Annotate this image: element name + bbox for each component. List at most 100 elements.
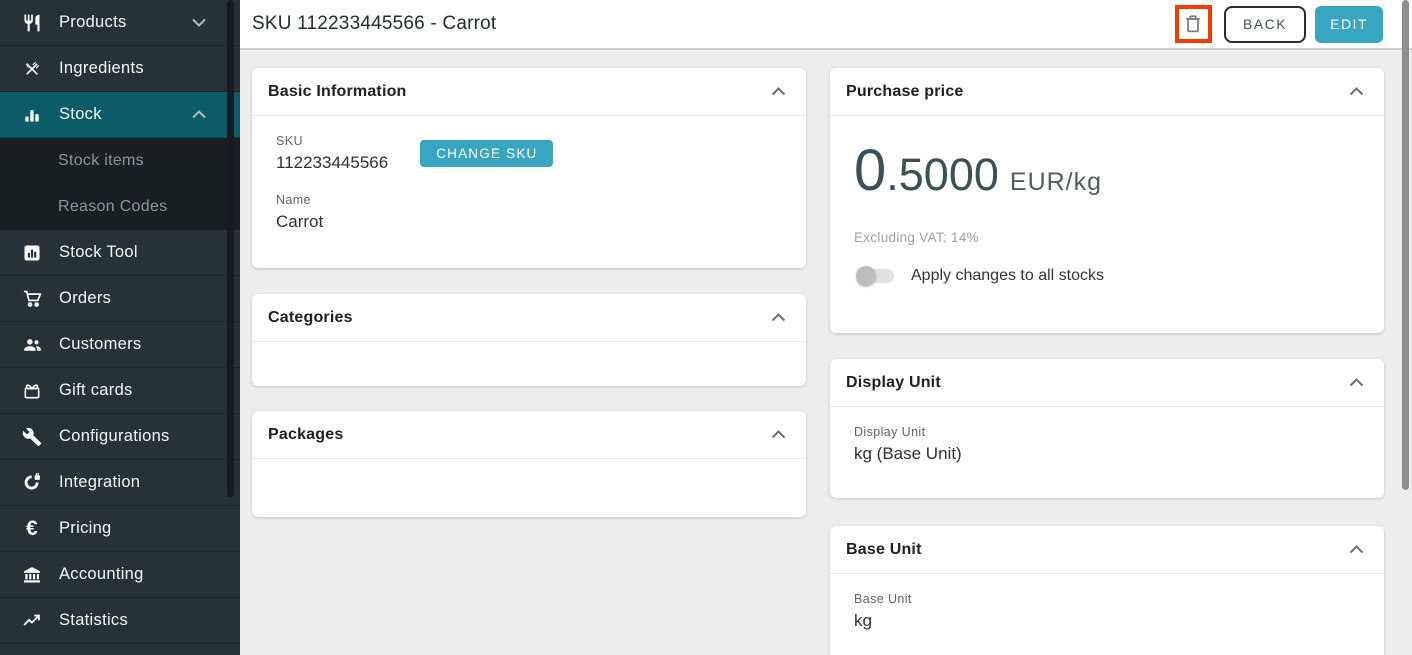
chevron-up-icon — [192, 110, 206, 119]
display-unit-label: Display Unit — [854, 425, 1360, 439]
collapse-button[interactable] — [1345, 541, 1368, 558]
collapse-button[interactable] — [1345, 374, 1368, 391]
app-window: Products Ingredients Stock — [0, 0, 1412, 655]
sku-value: 112233445566 — [276, 153, 388, 173]
main-area: SKU 112233445566 - Carrot BACK EDIT — [240, 0, 1412, 655]
collapse-button[interactable] — [1345, 83, 1368, 100]
purchase-price-card: Purchase price 0.5000 EUR/kg Excluding — [830, 68, 1384, 333]
price-fraction: .5000 — [886, 152, 999, 197]
sku-field: SKU 112233445566 — [276, 134, 388, 173]
sidebar-item-reason-codes[interactable]: Reason Codes — [0, 184, 240, 230]
right-column: Purchase price 0.5000 EUR/kg Excluding — [830, 68, 1384, 655]
name-field: Name Carrot — [276, 193, 782, 232]
stock-submenu: Stock items Reason Codes — [0, 138, 240, 230]
chevron-up-icon — [771, 313, 786, 322]
packages-card: Packages — [252, 411, 806, 517]
cart-icon — [20, 287, 44, 311]
purchase-price-body: 0.5000 EUR/kg Excluding VAT: 14% Apply c… — [830, 116, 1384, 333]
sidebar: Products Ingredients Stock — [0, 0, 240, 655]
card-title: Display Unit — [846, 374, 941, 392]
base-unit-value: kg — [854, 611, 1360, 631]
utensils-crossed-icon — [20, 57, 44, 81]
purchase-price-header: Purchase price — [830, 68, 1384, 116]
globe-plug-icon — [20, 471, 44, 495]
sidebar-item-stock-tool[interactable]: Stock Tool — [0, 230, 240, 276]
sidebar-item-orders[interactable]: Orders — [0, 276, 240, 322]
price-unit: EUR/kg — [1010, 168, 1102, 197]
collapse-button[interactable] — [767, 426, 790, 443]
sku-row: SKU 112233445566 CHANGE SKU — [276, 134, 782, 173]
card-title: Categories — [268, 309, 353, 327]
chevron-up-icon — [771, 430, 786, 439]
bar-chart-icon — [20, 103, 44, 127]
sidebar-item-statistics[interactable]: Statistics — [0, 598, 240, 644]
basic-information-body: SKU 112233445566 CHANGE SKU Name Carrot — [252, 116, 806, 268]
chevron-down-icon — [192, 18, 206, 27]
sidebar-item-label: Orders — [59, 289, 111, 308]
sidebar-scrollbar[interactable] — [227, 0, 234, 497]
card-title: Purchase price — [846, 83, 964, 101]
display-unit-card: Display Unit Display Unit kg (Base Unit) — [830, 359, 1384, 498]
price-whole: 0 — [854, 142, 886, 200]
card-title: Base Unit — [846, 541, 922, 559]
sidebar-subitem-label: Stock items — [58, 152, 144, 170]
card-title: Basic Information — [268, 83, 407, 101]
sidebar-item-stock-items[interactable]: Stock items — [0, 138, 240, 184]
sidebar-item-label: Integration — [59, 473, 140, 492]
page-header: SKU 112233445566 - Carrot BACK EDIT — [240, 0, 1412, 50]
sidebar-item-integration[interactable]: Integration — [0, 460, 240, 506]
apply-all-stocks-row: Apply changes to all stocks — [854, 267, 1360, 285]
sidebar-item-label: Stock Tool — [59, 243, 138, 262]
apply-all-stocks-toggle[interactable] — [858, 267, 894, 285]
base-unit-label: Base Unit — [854, 592, 1360, 606]
sidebar-subitem-label: Reason Codes — [58, 198, 167, 216]
back-button[interactable]: BACK — [1224, 6, 1306, 43]
sidebar-item-stock[interactable]: Stock — [0, 92, 240, 138]
delete-button[interactable] — [1175, 5, 1212, 43]
trash-icon — [1182, 12, 1204, 36]
wrench-icon — [20, 425, 44, 449]
display-unit-value: kg (Base Unit) — [854, 444, 1360, 464]
sidebar-item-gift-cards[interactable]: Gift cards — [0, 368, 240, 414]
page-content: Basic Information SKU 112233445566 — [240, 50, 1412, 655]
sidebar-item-label: Ingredients — [59, 59, 144, 78]
chevron-up-icon — [1349, 378, 1364, 387]
edit-button[interactable]: EDIT — [1315, 6, 1383, 43]
sidebar-item-accounting[interactable]: Accounting — [0, 552, 240, 598]
change-sku-button[interactable]: CHANGE SKU — [420, 140, 553, 167]
display-unit-header: Display Unit — [830, 359, 1384, 407]
header-actions: BACK EDIT — [1175, 5, 1383, 43]
collapse-button[interactable] — [767, 83, 790, 100]
basic-information-header: Basic Information — [252, 68, 806, 116]
display-unit-body: Display Unit kg (Base Unit) — [830, 407, 1384, 498]
sidebar-item-customers[interactable]: Customers — [0, 322, 240, 368]
page-title: SKU 112233445566 - Carrot — [252, 13, 496, 35]
bank-icon — [20, 563, 44, 587]
sidebar-item-label: Configurations — [59, 427, 170, 446]
collapse-button[interactable] — [767, 309, 790, 326]
page-scrollbar[interactable] — [1402, 0, 1409, 490]
sidebar-item-label: Gift cards — [59, 381, 133, 400]
sku-label: SKU — [276, 134, 388, 148]
categories-card: Categories — [252, 294, 806, 386]
sidebar-item-label: Customers — [59, 335, 141, 354]
toggle-label: Apply changes to all stocks — [911, 267, 1104, 285]
sidebar-item-label: Pricing — [59, 519, 112, 538]
people-icon — [20, 333, 44, 357]
gift-icon — [20, 379, 44, 403]
toggle-knob — [856, 266, 876, 286]
basic-information-card: Basic Information SKU 112233445566 — [252, 68, 806, 268]
sidebar-item-products[interactable]: Products — [0, 0, 240, 46]
base-unit-body: Base Unit kg — [830, 574, 1384, 655]
euro-icon: € — [20, 517, 44, 541]
card-title: Packages — [268, 426, 343, 444]
packages-header: Packages — [252, 411, 806, 459]
restaurant-icon — [20, 11, 44, 35]
sidebar-item-pricing[interactable]: € Pricing — [0, 506, 240, 552]
sidebar-item-ingredients[interactable]: Ingredients — [0, 46, 240, 92]
price-display: 0.5000 EUR/kg — [854, 142, 1360, 200]
sidebar-item-configurations[interactable]: Configurations — [0, 414, 240, 460]
base-unit-header: Base Unit — [830, 526, 1384, 574]
categories-body — [252, 342, 806, 386]
name-value: Carrot — [276, 212, 782, 232]
